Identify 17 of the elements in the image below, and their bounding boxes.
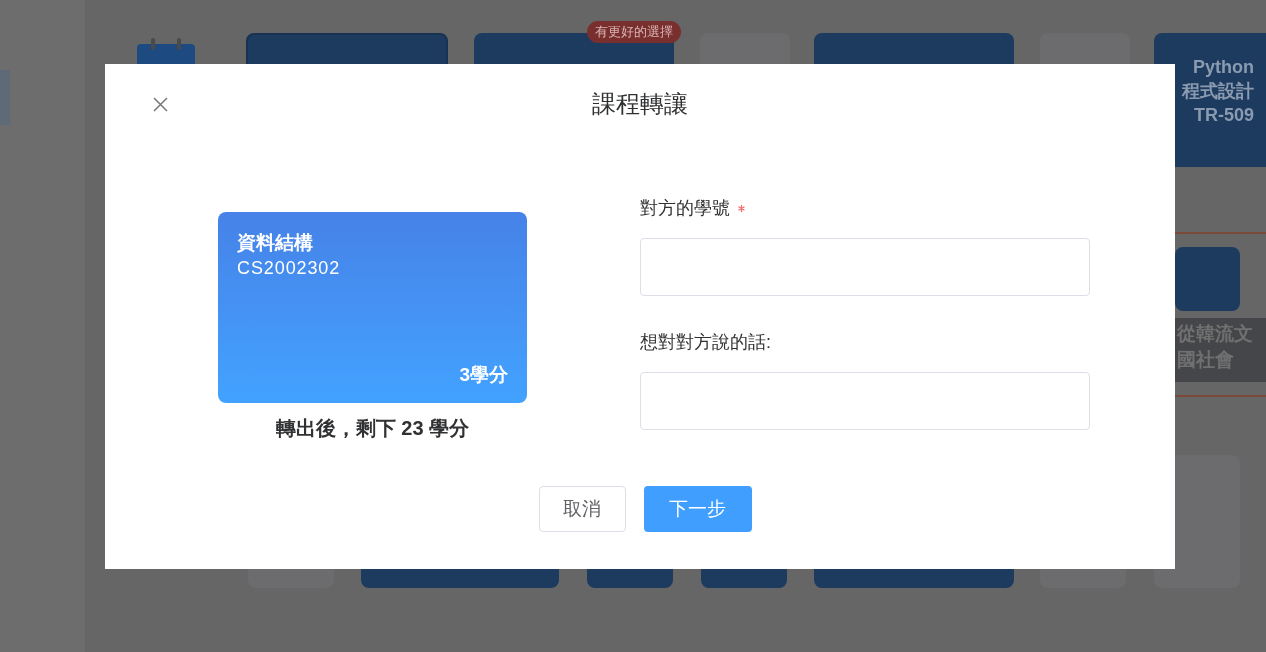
input-field[interactable] [640, 238, 1090, 296]
recommendation-badge: 有更好的選擇 [587, 21, 681, 43]
course-tile-text: TR-509 [1193, 104, 1254, 127]
input-field[interactable] [640, 372, 1090, 430]
course-name: 資料結構 [237, 231, 314, 255]
field-label: 對方的學號 [640, 196, 730, 220]
course-tile[interactable] [1175, 247, 1240, 311]
cancel-button[interactable]: 取消 [538, 486, 626, 532]
course-tile-text: 程式設計 [1182, 80, 1254, 103]
next-button[interactable]: 下一步 [643, 486, 752, 532]
course-tile-text: Python [1193, 56, 1254, 79]
close-icon[interactable] [153, 97, 168, 112]
course-code: CS2002302 [237, 257, 342, 280]
dialog-title: 課程轉讓 [592, 89, 688, 119]
field-label: 想對對方說的話: [640, 330, 771, 354]
course-credits: 3學分 [459, 362, 508, 387]
remaining-credits: 轉出後，剩下 23 學分 [275, 416, 470, 441]
